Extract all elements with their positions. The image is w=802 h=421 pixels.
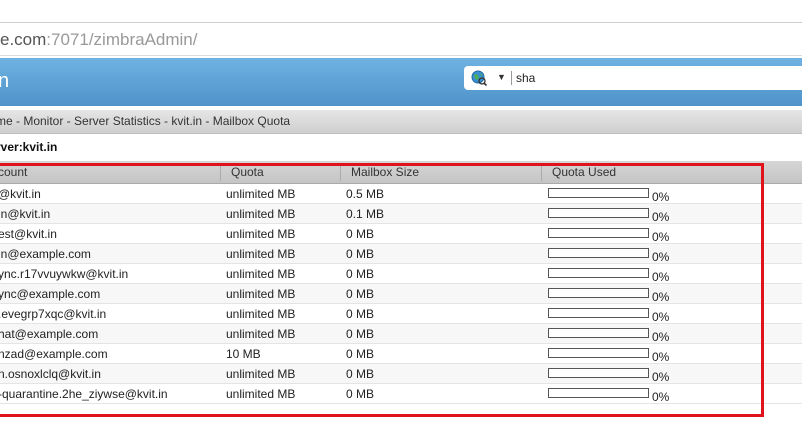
address-bar[interactable]: e.com:7071/zimbraAdmin/ <box>0 22 802 56</box>
quota-cell: unlimited MB <box>226 367 296 381</box>
column-header-mailbox-size[interactable]: Mailbox Size <box>351 165 419 179</box>
quota-used-bar <box>548 328 649 338</box>
account-cell: ync.r17vvuywkw@kvit.in <box>0 267 129 281</box>
quota-used-percent: 0% <box>652 330 670 344</box>
account-cell: est@kvit.in <box>0 227 57 241</box>
breadcrumb-bar: me - Monitor - Server Statistics - kvit.… <box>0 110 802 134</box>
account-cell: in@kvit.in <box>0 207 51 221</box>
quota-cell: unlimited MB <box>226 387 296 401</box>
quota-cell: 10 MB <box>226 347 261 361</box>
quota-used-percent: 0% <box>652 310 670 324</box>
table-row[interactable]: nzad@example.com 10 MB 0 MB 0% <box>0 344 802 364</box>
quota-used-percent: 0% <box>652 250 670 264</box>
table-row[interactable]: in@example.com unlimited MB 0 MB 0% <box>0 244 802 264</box>
search-divider <box>511 71 512 85</box>
table-row[interactable]: est@kvit.in unlimited MB 0 MB 0% <box>0 224 802 244</box>
app-header: n ▼ <box>0 58 802 106</box>
column-divider[interactable] <box>340 163 341 181</box>
quota-used-percent: 0% <box>652 270 670 284</box>
quota-used-bar <box>548 348 649 358</box>
search-input[interactable] <box>516 69 786 87</box>
quota-used-bar <box>548 228 649 238</box>
mailbox-size-cell: 0 MB <box>346 267 375 281</box>
mailbox-size-cell: 0 MB <box>346 287 375 301</box>
account-cell: .evegrp7xqc@kvit.in <box>0 307 107 321</box>
mailbox-size-cell: 0 MB <box>346 387 375 401</box>
table-row[interactable]: ync.r17vvuywkw@kvit.in unlimited MB 0 MB 0% <box>0 264 802 284</box>
search-box[interactable]: ▼ <box>464 66 802 90</box>
quota-used-percent: 0% <box>652 350 670 364</box>
column-header-quota-used[interactable]: Quota Used <box>552 165 616 179</box>
quota-used-bar <box>548 308 649 318</box>
mailbox-size-cell: 0 MB <box>346 247 375 261</box>
account-cell: in@example.com <box>0 247 91 261</box>
column-divider[interactable] <box>541 163 542 181</box>
mailbox-size-cell: 0 MB <box>346 227 375 241</box>
account-cell: @kvit.in <box>0 187 41 201</box>
quota-used-bar <box>548 248 649 258</box>
url-path: :7071/zimbraAdmin/ <box>46 30 198 49</box>
mailbox-size-cell: 0 MB <box>346 307 375 321</box>
quota-used-bar <box>548 368 649 378</box>
quota-table-body: @kvit.in unlimited MB 0.5 MB 0% in@kvit.in un… <box>0 184 802 404</box>
quota-cell: unlimited MB <box>226 247 296 261</box>
quota-used-percent: 0% <box>652 390 670 404</box>
quota-cell: unlimited MB <box>226 307 296 321</box>
quota-used-bar <box>548 268 649 278</box>
url-host: e.com <box>0 30 47 49</box>
quota-used-percent: 0% <box>652 370 670 384</box>
account-cell: -quarantine.2he_ziywse@kvit.in <box>0 387 168 401</box>
quota-cell: unlimited MB <box>226 287 296 301</box>
table-row[interactable]: in@kvit.in unlimited MB 0.1 MB 0% <box>0 204 802 224</box>
account-cell: ync@example.com <box>0 287 101 301</box>
table-row[interactable]: hat@example.com unlimited MB 0 MB 0% <box>0 324 802 344</box>
quota-used-bar <box>548 188 649 198</box>
chevron-down-icon[interactable]: ▼ <box>497 72 506 82</box>
quota-used-percent: 0% <box>652 210 670 224</box>
column-header-account[interactable]: count <box>0 165 27 179</box>
quota-cell: unlimited MB <box>226 207 296 221</box>
account-cell: n.osnoxlclq@kvit.in <box>0 367 101 381</box>
quota-cell: unlimited MB <box>226 267 296 281</box>
quota-used-bar <box>548 288 649 298</box>
quota-used-percent: 0% <box>652 290 670 304</box>
quota-cell: unlimited MB <box>226 327 296 341</box>
column-header-quota[interactable]: Quota <box>231 165 264 179</box>
quota-used-percent: 0% <box>652 190 670 204</box>
mailbox-size-cell: 0.1 MB <box>346 207 385 221</box>
page-title: rver:kvit.in <box>0 140 58 154</box>
quota-cell: unlimited MB <box>226 187 296 201</box>
quota-cell: unlimited MB <box>226 227 296 241</box>
table-row[interactable]: .evegrp7xqc@kvit.in unlimited MB 0 MB 0% <box>0 304 802 324</box>
table-row[interactable]: ync@example.com unlimited MB 0 MB 0% <box>0 284 802 304</box>
quota-used-bar <box>548 208 649 218</box>
quota-used-bar <box>548 388 649 398</box>
mailbox-size-cell: 0 MB <box>346 367 375 381</box>
mailbox-size-cell: 0 MB <box>346 327 375 341</box>
account-cell: hat@example.com <box>0 327 99 341</box>
account-cell: nzad@example.com <box>0 347 108 361</box>
table-row[interactable]: -quarantine.2he_ziywse@kvit.in unlimited … <box>0 384 802 404</box>
table-row[interactable]: @kvit.in unlimited MB 0.5 MB 0% <box>0 184 802 204</box>
quota-used-percent: 0% <box>652 230 670 244</box>
mailbox-size-cell: 0.5 MB <box>346 187 385 201</box>
mailbox-size-cell: 0 MB <box>346 347 375 361</box>
table-header: count Quota Mailbox Size Quota Used <box>0 161 802 184</box>
table-row[interactable]: n.osnoxlclq@kvit.in unlimited MB 0 MB 0% <box>0 364 802 384</box>
breadcrumb: me - Monitor - Server Statistics - kvit.… <box>0 114 291 128</box>
url-text[interactable]: e.com:7071/zimbraAdmin/ <box>0 30 197 50</box>
app-title: n <box>0 70 10 92</box>
column-divider[interactable] <box>220 163 221 181</box>
globe-search-icon[interactable] <box>471 70 487 86</box>
